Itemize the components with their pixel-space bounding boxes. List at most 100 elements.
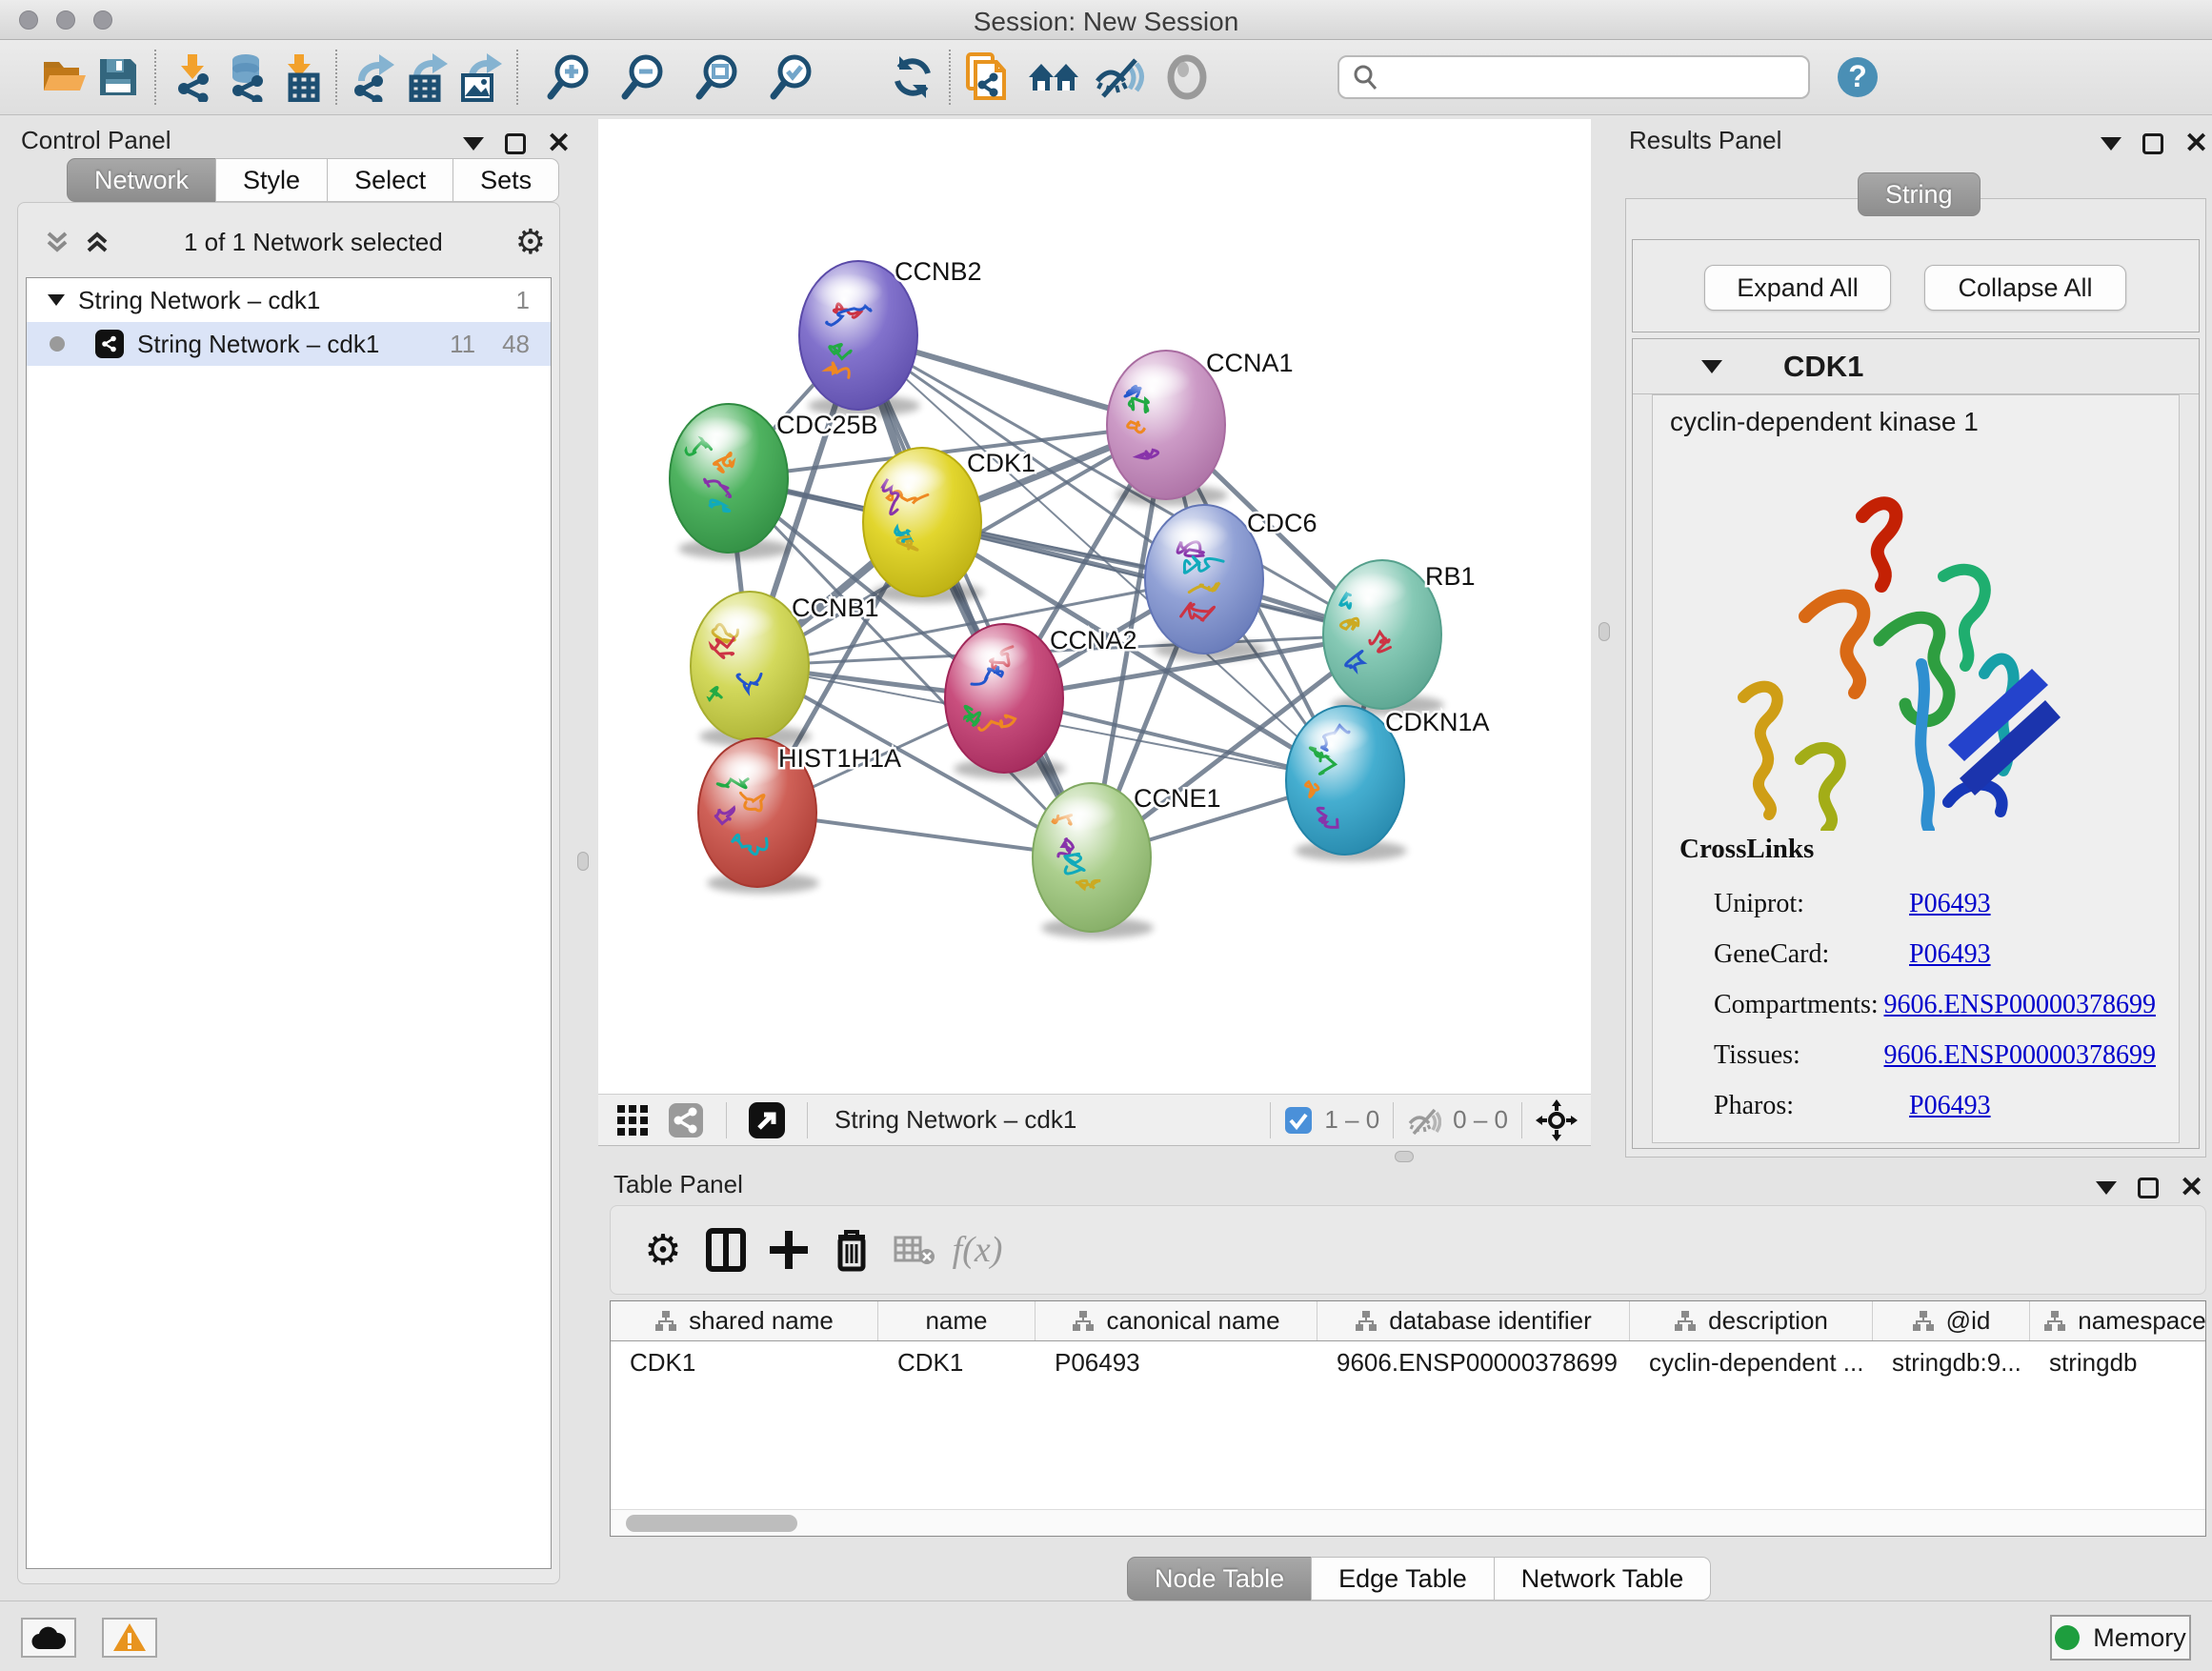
crosslink-link[interactable]: 9606.ENSP00000378699 (1884, 1040, 2156, 1071)
import-network-database-icon[interactable] (219, 50, 272, 104)
bottom-splitter-handle[interactable] (1395, 1151, 1414, 1162)
show-hide-icon[interactable] (1094, 50, 1147, 104)
column-header-@id[interactable]: @id (1873, 1301, 2030, 1340)
column-header-database-identifier[interactable]: database identifier (1317, 1301, 1630, 1340)
crosslink-link[interactable]: P06493 (1909, 1091, 1991, 1121)
results-panel-maximize-icon[interactable] (2142, 133, 2163, 154)
search-input[interactable] (1379, 63, 1789, 92)
tab-style[interactable]: Style (215, 158, 328, 202)
network-share-icon[interactable] (659, 1092, 713, 1149)
import-network-file-icon[interactable] (166, 50, 219, 104)
warnings-button[interactable] (102, 1618, 157, 1658)
expand-all-button[interactable]: Expand All (1704, 265, 1891, 311)
show-columns-icon[interactable] (694, 1221, 757, 1278)
network-options-gear-icon[interactable]: ⚙ (515, 222, 546, 262)
grayed-eye-icon (1160, 50, 1214, 104)
crosslink-link[interactable]: P06493 (1909, 939, 1991, 970)
expand-all-networks-icon[interactable] (83, 228, 111, 256)
cell-description[interactable]: cyclin-dependent ... (1630, 1348, 1873, 1378)
zoom-out-icon[interactable] (617, 50, 671, 104)
open-in-new-window-icon[interactable] (740, 1092, 794, 1149)
memory-button[interactable]: Memory (2050, 1615, 2191, 1661)
string-home-icon[interactable] (1027, 50, 1080, 104)
cell-namespace[interactable]: stringdb (2030, 1348, 2206, 1378)
export-network-icon[interactable] (347, 50, 400, 104)
tab-edge-table[interactable]: Edge Table (1311, 1557, 1495, 1601)
node-label-RB1: RB1 (1425, 562, 1476, 591)
control-panel-close-icon[interactable]: ✕ (547, 130, 571, 158)
column-header-name[interactable]: name (878, 1301, 1036, 1340)
column-header-shared-name[interactable]: shared name (611, 1301, 878, 1340)
tab-sets[interactable]: Sets (452, 158, 559, 202)
column-header-description[interactable]: description (1630, 1301, 1873, 1340)
network-current-dot (50, 336, 65, 352)
table-panel-float-icon[interactable] (2096, 1181, 2117, 1195)
cell-@id[interactable]: stringdb:9... (1873, 1348, 2030, 1378)
add-column-icon[interactable] (757, 1221, 820, 1278)
refresh-icon[interactable] (886, 50, 939, 104)
crosslink-link[interactable]: P06493 (1909, 889, 1991, 919)
column-header-canonical-name[interactable]: canonical name (1036, 1301, 1317, 1340)
export-image-icon[interactable] (453, 50, 507, 104)
zoom-in-icon[interactable] (543, 50, 596, 104)
cell-database-identifier[interactable]: 9606.ENSP00000378699 (1317, 1348, 1630, 1378)
cell-name[interactable]: CDK1 (878, 1348, 1036, 1378)
function-builder-icon: f(x) (946, 1221, 1009, 1278)
export-table-icon[interactable] (400, 50, 453, 104)
tab-network[interactable]: Network (67, 158, 216, 202)
tab-select[interactable]: Select (327, 158, 453, 202)
results-panel-float-icon[interactable] (2101, 137, 2122, 151)
selected-checkbox-icon[interactable] (1284, 1106, 1313, 1135)
left-splitter-handle[interactable] (577, 852, 589, 871)
table-hscrollbar-thumb[interactable] (626, 1515, 797, 1532)
cloud-button[interactable] (21, 1618, 76, 1658)
import-table-icon[interactable] (272, 50, 326, 104)
window-title: Session: New Session (0, 7, 2212, 37)
delete-column-icon[interactable] (820, 1221, 883, 1278)
open-session-icon[interactable] (38, 50, 91, 104)
birds-eye-grid-icon[interactable] (606, 1092, 659, 1149)
cell-shared-name[interactable]: CDK1 (611, 1348, 878, 1378)
network-edge-count: 48 (502, 330, 530, 359)
separator (807, 1102, 808, 1138)
tab-network-table[interactable]: Network Table (1494, 1557, 1712, 1601)
network-view-canvas[interactable]: CCNB2CCNA1CDC25BCDK1CDC6RB1CCNB1CCNA2CDK… (598, 119, 1591, 1094)
help-icon[interactable]: ? (1831, 50, 1884, 104)
right-splitter-handle[interactable] (1599, 622, 1610, 641)
table-hscrollbar[interactable] (611, 1509, 2205, 1536)
zoom-selected-icon[interactable] (766, 50, 819, 104)
network-row[interactable]: String Network – cdk1 11 48 (27, 322, 551, 366)
results-panel-close-icon[interactable]: ✕ (2184, 130, 2208, 158)
toolbar-separator (335, 50, 337, 105)
tab-string[interactable]: String (1858, 172, 1981, 216)
pan-move-icon[interactable] (1536, 1099, 1578, 1141)
network-label: String Network – cdk1 (137, 330, 379, 359)
network-collection-row[interactable]: String Network – cdk1 1 (27, 278, 551, 322)
collection-expand-icon[interactable] (48, 294, 65, 306)
gene-section: CDK1 cyclin-dependent kinase 1 (1632, 338, 2200, 1149)
gene-collapse-icon[interactable] (1701, 360, 1722, 373)
string-results-box: Expand All Collapse All CDK1 cyclin-depe… (1625, 198, 2206, 1158)
zoom-fit-icon[interactable] (692, 50, 745, 104)
toolbar-separator (516, 50, 518, 105)
clipboard-share-icon[interactable] (960, 50, 1014, 104)
hidden-eye-icon[interactable] (1407, 1106, 1441, 1135)
control-panel-maximize-icon[interactable] (505, 133, 526, 154)
table-panel-close-icon[interactable]: ✕ (2180, 1174, 2203, 1202)
cell-canonical-name[interactable]: P06493 (1036, 1348, 1317, 1378)
search-field[interactable] (1337, 55, 1810, 99)
collapse-all-networks-icon[interactable] (43, 228, 71, 256)
control-panel-float-icon[interactable] (463, 137, 484, 151)
node-table[interactable]: shared namenamecanonical namedatabase id… (610, 1300, 2206, 1537)
node-label-CCNA2: CCNA2 (1050, 626, 1137, 654)
collapse-all-button[interactable]: Collapse All (1924, 265, 2126, 311)
tab-node-table[interactable]: Node Table (1127, 1557, 1312, 1601)
network-view-title: String Network – cdk1 (835, 1105, 1076, 1135)
table-panel-maximize-icon[interactable] (2138, 1178, 2159, 1198)
crosslink-link[interactable]: 9606.ENSP00000378699 (1884, 990, 2156, 1020)
table-settings-gear-icon[interactable]: ⚙ (632, 1221, 694, 1278)
save-session-icon[interactable] (91, 50, 145, 104)
column-header-namespace[interactable]: namespace (2030, 1301, 2206, 1340)
table-row[interactable]: CDK1CDK1P064939606.ENSP00000378699cyclin… (611, 1341, 2205, 1383)
gene-section-header[interactable]: CDK1 (1633, 339, 2199, 394)
